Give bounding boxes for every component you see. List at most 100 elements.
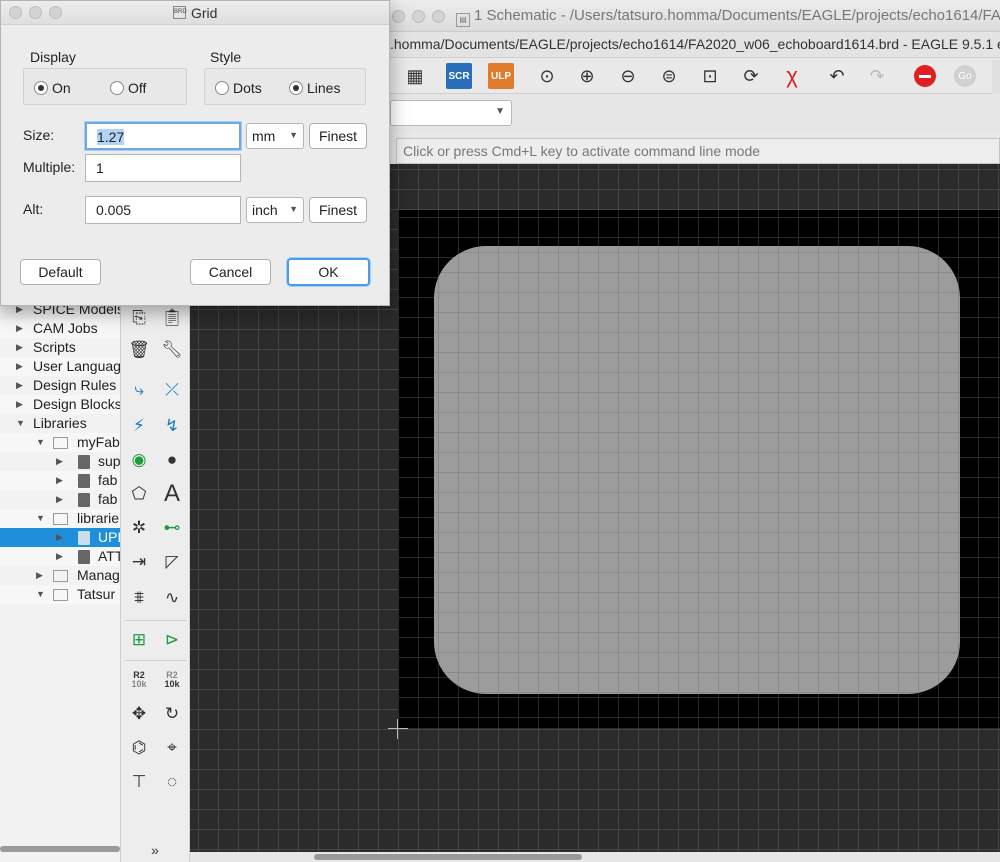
- ulp-button[interactable]: ULP: [488, 63, 514, 89]
- chevron-down-icon[interactable]: ▼: [36, 433, 45, 452]
- chevron-down-icon[interactable]: ▼: [36, 585, 45, 604]
- chevron-right-icon[interactable]: ▶: [56, 490, 63, 509]
- tree-scrollbar[interactable]: [0, 846, 120, 852]
- ripup-icon[interactable]: ⤫: [158, 376, 186, 404]
- line-icon[interactable]: ◸: [158, 548, 186, 576]
- add-part-icon[interactable]: ⊞: [125, 626, 153, 654]
- wire-icon[interactable]: ⊷: [158, 514, 186, 542]
- chevron-right-icon[interactable]: ▶: [56, 452, 63, 471]
- chevron-right-icon[interactable]: ▶: [56, 528, 63, 547]
- alt-unit-select[interactable]: inch ▼: [246, 197, 304, 223]
- default-button[interactable]: Default: [20, 259, 101, 285]
- group-icon[interactable]: ◌: [158, 768, 186, 796]
- tree-item[interactable]: ▶ Design Rules: [0, 376, 120, 395]
- meander-icon[interactable]: ⩨: [125, 584, 153, 612]
- tree-item[interactable]: ▶ sup: [0, 452, 120, 471]
- horizontal-scrollbar[interactable]: [190, 852, 1000, 862]
- tree-item[interactable]: ▶ fab: [0, 490, 120, 509]
- size-input[interactable]: 1.27: [85, 122, 241, 150]
- chevron-right-icon[interactable]: ▶: [16, 357, 23, 376]
- move-icon[interactable]: ✥: [125, 700, 153, 728]
- rotate-icon[interactable]: ↻: [158, 700, 186, 728]
- signal-icon[interactable]: ✲: [125, 514, 153, 542]
- tree-item[interactable]: ▼ Tatsur: [0, 585, 120, 604]
- zoom-in-icon[interactable]: ⊕: [574, 63, 600, 89]
- size-unit-select[interactable]: mm ▼: [246, 123, 304, 149]
- close-window-button[interactable]: [392, 10, 405, 23]
- library-book-icon: [78, 455, 90, 469]
- chevron-right-icon[interactable]: ▶: [16, 376, 23, 395]
- ratsnest-icon[interactable]: χ: [779, 63, 805, 89]
- tree-item[interactable]: ▶ Design Blocks: [0, 395, 120, 414]
- dimension-icon[interactable]: ∿: [158, 584, 186, 612]
- style-lines-radio[interactable]: Lines: [289, 80, 340, 96]
- chevron-right-icon[interactable]: ▶: [36, 566, 43, 585]
- chevron-right-icon[interactable]: ▶: [16, 395, 23, 414]
- copper-polygon[interactable]: [434, 246, 960, 694]
- layer-combo[interactable]: ▼: [390, 100, 512, 126]
- paste-icon[interactable]: 📋︎: [158, 304, 186, 332]
- chevron-right-icon[interactable]: ▶: [16, 319, 23, 338]
- zoom-fit-icon[interactable]: ⊙: [534, 63, 560, 89]
- expand-palette-icon[interactable]: »: [141, 836, 169, 862]
- add-gate-icon[interactable]: ⊳: [158, 626, 186, 654]
- polygon-icon[interactable]: ⬠: [125, 480, 153, 508]
- dialog-close-button[interactable]: [9, 6, 22, 19]
- chevron-right-icon[interactable]: ▶: [56, 547, 63, 566]
- chevron-down-icon[interactable]: ▼: [16, 414, 25, 433]
- tree-item[interactable]: ▶ UPD: [0, 528, 120, 547]
- name-tool-icon[interactable]: R2 10k: [125, 666, 153, 694]
- zoom-select-icon[interactable]: ⊡: [697, 63, 723, 89]
- hole-icon[interactable]: ●: [158, 446, 186, 474]
- command-line-input[interactable]: Click or press Cmd+L key to activate com…: [396, 138, 1000, 164]
- tree-item[interactable]: ▼ Libraries: [0, 414, 120, 433]
- board-3d-icon[interactable]: ▦: [402, 63, 428, 89]
- multiple-input[interactable]: 1: [85, 154, 241, 182]
- zoom-redraw-icon[interactable]: ⊜: [656, 63, 682, 89]
- copy-icon[interactable]: ⎘: [125, 304, 153, 332]
- display-on-radio[interactable]: On: [34, 80, 71, 96]
- optimize-icon[interactable]: ↯: [158, 412, 186, 440]
- redo-icon[interactable]: ↷: [864, 63, 890, 89]
- dialog-zoom-button[interactable]: [49, 6, 62, 19]
- text-tool-icon[interactable]: A: [158, 480, 186, 508]
- alt-finest-button[interactable]: Finest: [309, 197, 367, 223]
- cancel-button[interactable]: Cancel: [190, 259, 271, 285]
- undo-icon[interactable]: ↶: [824, 63, 850, 89]
- display-off-radio[interactable]: Off: [110, 80, 146, 96]
- tree-item[interactable]: ▶ Scripts: [0, 338, 120, 357]
- size-finest-button[interactable]: Finest: [309, 123, 367, 149]
- value-tool-icon[interactable]: R2 10k: [158, 666, 186, 694]
- stop-icon[interactable]: [914, 65, 936, 87]
- script-button[interactable]: SCR: [446, 63, 472, 89]
- chevron-right-icon[interactable]: ▶: [56, 471, 63, 490]
- scroll-thumb[interactable]: [314, 854, 582, 860]
- ok-button[interactable]: OK: [287, 258, 370, 286]
- tree-item[interactable]: ▼ librarie: [0, 509, 120, 528]
- attribute-icon[interactable]: ⇥: [125, 548, 153, 576]
- route-icon[interactable]: ⤷: [125, 376, 153, 404]
- tag-icon[interactable]: ⌖: [158, 734, 186, 762]
- style-dots-radio[interactable]: Dots: [215, 80, 262, 96]
- chevron-right-icon[interactable]: ▶: [16, 338, 23, 357]
- refresh-icon[interactable]: ⟳: [738, 63, 764, 89]
- tree-item[interactable]: ▶ User Language: [0, 357, 120, 376]
- wrench-icon[interactable]: 🔧︎: [158, 336, 186, 364]
- via-icon[interactable]: ◉: [125, 446, 153, 474]
- autoroute-icon[interactable]: ⚡︎: [125, 412, 153, 440]
- delete-icon[interactable]: 🗑︎: [125, 336, 153, 364]
- paint-roller-icon[interactable]: ⊤: [125, 768, 153, 796]
- smash-icon[interactable]: ⌬: [125, 734, 153, 762]
- dialog-minimize-button[interactable]: [29, 6, 42, 19]
- tree-item[interactable]: ▼ myFab: [0, 433, 120, 452]
- minimize-window-button[interactable]: [412, 10, 425, 23]
- alt-input[interactable]: 0.005: [85, 196, 241, 224]
- tree-item[interactable]: ▶ fab: [0, 471, 120, 490]
- tree-item[interactable]: ▶ CAM Jobs: [0, 319, 120, 338]
- tree-item[interactable]: ▶ Manag: [0, 566, 120, 585]
- tree-item[interactable]: ▶ ATT: [0, 547, 120, 566]
- zoom-out-icon[interactable]: ⊖: [615, 63, 641, 89]
- zoom-window-button[interactable]: [432, 10, 445, 23]
- chevron-down-icon[interactable]: ▼: [36, 509, 45, 528]
- go-button[interactable]: Go: [954, 65, 976, 87]
